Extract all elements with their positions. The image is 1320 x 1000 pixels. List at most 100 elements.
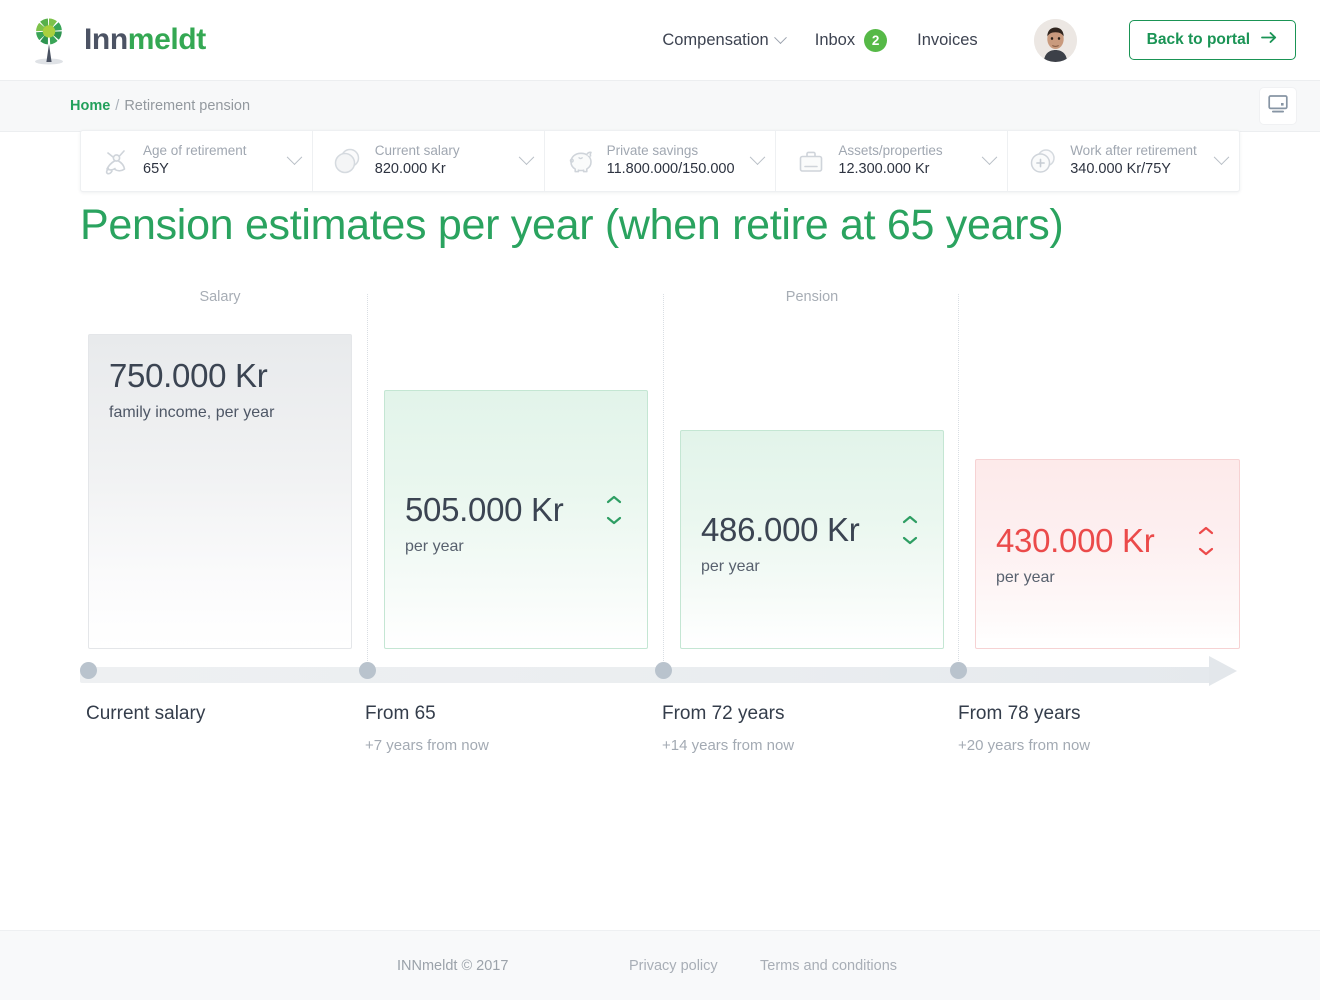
nav-label-inbox: Inbox (814, 30, 856, 49)
display-mode-button[interactable] (1260, 88, 1296, 124)
coins-plus-icon (1022, 140, 1064, 182)
timeline-title: From 65 (365, 703, 436, 725)
timeline-label-from-65: From 65 +7 years from now (365, 703, 489, 754)
filter-age-of-retirement[interactable]: Age of retirement 65Y (81, 131, 313, 191)
chevron-down-icon[interactable] (1213, 148, 1230, 165)
chevron-up-icon (1198, 527, 1214, 535)
footer-link-privacy-policy[interactable]: Privacy policy (629, 958, 718, 974)
chevron-down-icon[interactable] (518, 148, 534, 165)
breadcrumb-current: Retirement pension (124, 98, 251, 114)
bar-value-stepper[interactable] (901, 515, 919, 545)
nav-item-compensation[interactable]: Compensation (662, 30, 787, 50)
footer-copyright: INNmeldt © 2017 (397, 957, 509, 974)
bar-current-salary: 750.000 Kr family income, per year (88, 334, 352, 650)
brand-name-part2: meldt (127, 23, 206, 56)
column-header-salary: Salary (199, 289, 241, 306)
nav-item-inbox[interactable]: Inbox 2 (814, 28, 888, 52)
chevron-down-icon[interactable] (981, 148, 998, 165)
chevron-down-icon[interactable] (286, 148, 303, 165)
chevron-down-icon (1198, 548, 1214, 556)
chevron-down-icon (902, 537, 918, 545)
page-title: Pension estimates per year (when retire … (80, 201, 1064, 249)
filter-work-after-retirement[interactable]: Work after retirement 340.000 Kr/75Y (1008, 131, 1239, 191)
timeline-label-from-78: From 78 years +20 years from now (958, 703, 1090, 754)
back-to-portal-label: Back to portal (1146, 31, 1250, 48)
filter-value: 820.000 Kr (374, 161, 446, 178)
timeline-note: +20 years from now (958, 737, 1091, 755)
filter-text-group: Age of retirement 65Y (143, 142, 283, 180)
bar-from-78[interactable]: 430.000 Kr per year (975, 459, 1240, 650)
bar-from-72[interactable]: 486.000 Kr per year (680, 430, 944, 650)
timeline-label-current-salary: Current salary (86, 703, 205, 726)
tree-logo-icon (20, 11, 78, 69)
jumping-person-icon (95, 140, 137, 182)
footer-link-terms[interactable]: Terms and conditions (760, 958, 897, 974)
timeline-title: Current salary (86, 703, 206, 725)
arrow-right-icon (1261, 31, 1278, 49)
filter-label: Current salary (374, 143, 460, 159)
filter-value: 12.300.000 Kr (838, 161, 930, 178)
main-navigation: Compensation Inbox 2 Invoices Back to po… (662, 18, 1296, 62)
timeline-note: +14 years from now (662, 737, 795, 755)
filter-value: 340.000 Kr/75Y (1070, 161, 1171, 178)
brand-name-part1: Inn (84, 23, 128, 56)
brand-wordmark: Innmeldt (84, 23, 206, 57)
chevron-down-icon (606, 517, 622, 525)
filter-assets-properties[interactable]: Assets/properties 12.300.000 Kr (776, 131, 1009, 191)
avatar[interactable] (1033, 18, 1077, 62)
bar-sublabel: per year (996, 569, 1055, 587)
timeline-label-from-72: From 72 years +14 years from now (662, 703, 794, 754)
bar-sublabel: per year (405, 538, 464, 556)
timeline-arrow-icon (1209, 656, 1237, 687)
filter-text-group: Work after retirement 340.000 Kr/75Y (1070, 142, 1210, 180)
nav-item-invoices[interactable]: Invoices (917, 31, 978, 50)
nav-label-invoices: Invoices (917, 30, 978, 49)
filter-label: Work after retirement (1070, 143, 1197, 159)
filter-strip: Age of retirement 65Y Current salary 820… (80, 130, 1240, 192)
brand-logo[interactable]: Innmeldt (20, 11, 206, 69)
column-divider (958, 294, 959, 670)
filter-label: Assets/properties (838, 143, 943, 159)
filter-text-group: Private savings 11.800.000/150.000 (607, 142, 747, 180)
page-footer: INNmeldt © 2017 Privacy policy Terms and… (0, 930, 1320, 1000)
chevron-up-icon (902, 516, 918, 524)
chevron-up-icon (606, 496, 622, 504)
filter-current-salary[interactable]: Current salary 820.000 Kr (313, 131, 545, 191)
bar-amount: 505.000 Kr (405, 491, 564, 529)
breadcrumb-home-link[interactable]: Home (70, 98, 110, 114)
bar-value-stepper[interactable] (605, 495, 623, 525)
column-header-pension: Pension (785, 289, 839, 306)
filter-label: Age of retirement (143, 143, 247, 159)
back-to-portal-button[interactable]: Back to portal (1128, 20, 1296, 60)
coins-icon (327, 140, 369, 182)
bar-amount: 486.000 Kr (701, 511, 860, 549)
piggy-bank-icon (559, 140, 601, 182)
filter-text-group: Current salary 820.000 Kr (375, 142, 515, 180)
chevron-down-icon (773, 30, 787, 44)
filter-label: Private savings (606, 143, 699, 159)
timeline: Current salary From 65 +7 years from now… (0, 656, 1320, 759)
bar-sublabel: per year (701, 558, 760, 576)
bar-value-stepper[interactable] (1197, 526, 1215, 556)
filter-text-group: Assets/properties 12.300.000 Kr (838, 142, 978, 180)
top-header: Innmeldt Compensation Inbox 2 Invoices B… (0, 0, 1320, 80)
breadcrumb-separator: / (115, 98, 120, 114)
timeline-title: From 72 years (662, 703, 785, 725)
monitor-icon (1267, 94, 1289, 119)
column-divider (367, 294, 368, 670)
filter-private-savings[interactable]: Private savings 11.800.000/150.000 (545, 131, 777, 191)
bar-amount: 750.000 Kr (109, 357, 268, 395)
bar-amount: 430.000 Kr (996, 522, 1155, 560)
briefcase-icon (790, 140, 832, 182)
filter-value: 11.800.000/150.000 (606, 161, 735, 178)
timeline-track (80, 667, 1215, 684)
bar-from-65[interactable]: 505.000 Kr per year (384, 390, 648, 650)
breadcrumb-bar: Home / Retirement pension (0, 80, 1320, 132)
filter-value: 65Y (143, 161, 169, 178)
nav-label-compensation: Compensation (662, 30, 769, 49)
chevron-down-icon[interactable] (750, 148, 766, 165)
main-content: Pension estimates per year (when retire … (0, 132, 1320, 759)
bar-sublabel: family income, per year (109, 404, 275, 422)
column-divider (663, 294, 664, 670)
timeline-title: From 78 years (958, 703, 1081, 725)
